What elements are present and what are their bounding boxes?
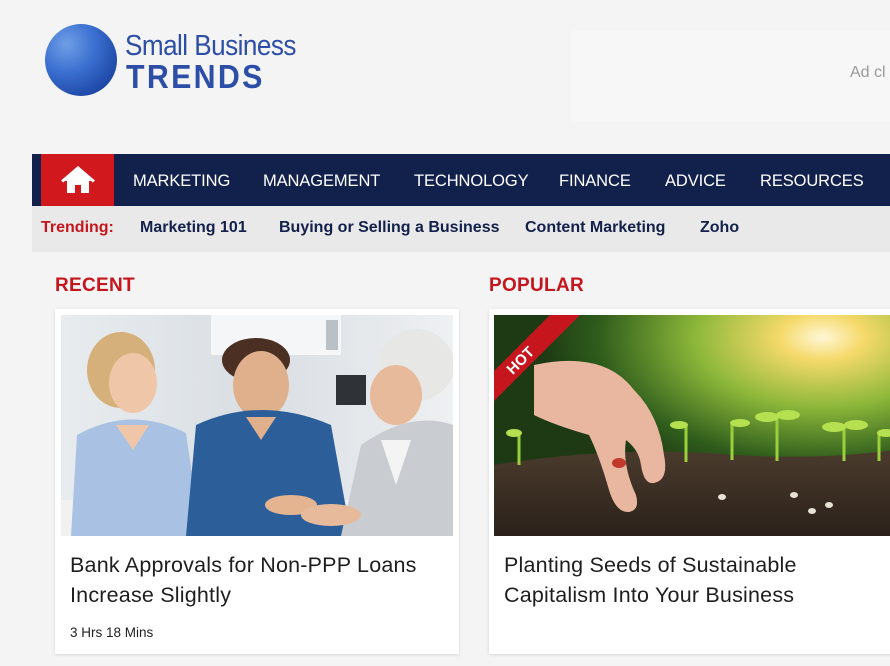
recent-article-title[interactable]: Bank Approvals for Non-PPP Loans Increas… xyxy=(70,550,417,610)
site-logo[interactable]: Small Business TRENDS xyxy=(45,24,315,98)
ad-text: Ad cl xyxy=(850,64,886,81)
main-navigation: MARKETING MANAGEMENT TECHNOLOGY FINANCE … xyxy=(32,154,890,206)
nav-item-management[interactable]: MANAGEMENT xyxy=(263,154,380,206)
trending-bar: Trending: Marketing 101 Buying or Sellin… xyxy=(32,206,890,252)
trending-link-content-marketing[interactable]: Content Marketing xyxy=(525,219,665,237)
popular-title-line2: Capitalism Into Your Business xyxy=(504,583,795,607)
logo-sphere-icon xyxy=(45,24,117,96)
popular-article-title[interactable]: Planting Seeds of Sustainable Capitalism… xyxy=(504,550,797,610)
recent-heading: RECENT xyxy=(55,275,135,296)
trending-link-zoho[interactable]: Zoho xyxy=(700,219,739,237)
home-button[interactable] xyxy=(41,154,114,206)
trending-link-buying-selling[interactable]: Buying or Selling a Business xyxy=(279,219,500,237)
trending-label: Trending: xyxy=(41,219,114,236)
nav-item-resources[interactable]: RESOURCES xyxy=(760,154,864,206)
ad-banner[interactable]: Ad cl xyxy=(570,30,890,122)
trending-link-marketing-101[interactable]: Marketing 101 xyxy=(140,219,247,237)
nav-item-advice[interactable]: ADVICE xyxy=(665,154,726,206)
popular-title-line1: Planting Seeds of Sustainable xyxy=(504,553,797,577)
popular-heading: POPULAR xyxy=(489,275,584,296)
nav-item-technology[interactable]: TECHNOLOGY xyxy=(414,154,529,206)
recent-article-time: 3 Hrs 18 Mins xyxy=(70,625,154,640)
recent-title-line2: Increase Slightly xyxy=(70,583,232,607)
recent-article-card[interactable]: Bank Approvals for Non-PPP Loans Increas… xyxy=(55,309,459,654)
planting-seeds-photo: HOT xyxy=(494,315,890,536)
nav-item-marketing[interactable]: MARKETING xyxy=(133,154,230,206)
recent-article-image[interactable] xyxy=(61,315,453,536)
popular-article-image[interactable]: HOT xyxy=(494,315,890,536)
recent-title-line1: Bank Approvals for Non-PPP Loans xyxy=(70,553,417,577)
popular-article-card[interactable]: HOT Planting Seeds of Sustainable Capita… xyxy=(489,309,890,654)
home-icon xyxy=(60,166,95,193)
nav-item-finance[interactable]: FINANCE xyxy=(559,154,631,206)
logo-text-line2: TRENDS xyxy=(126,58,265,95)
business-meeting-photo xyxy=(61,315,453,536)
